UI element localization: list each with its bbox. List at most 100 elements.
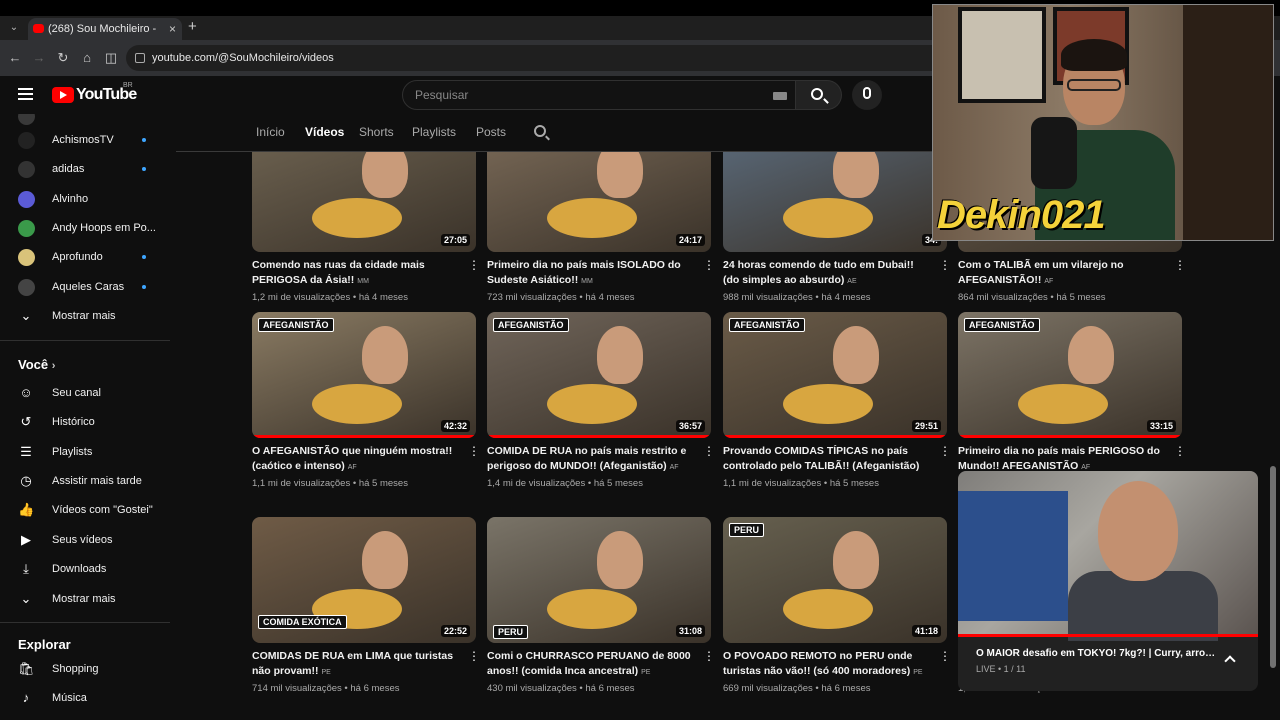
- video-title[interactable]: Comi o CHURRASCO PERUANO de 8000 anos!! …: [487, 649, 691, 678]
- reload-icon[interactable]: ↻: [54, 49, 72, 67]
- sidebar-subscription-item[interactable]: Andy Hoops em Po...: [0, 216, 170, 240]
- sidebar-subscription-item[interactable]: Aqueles Caras: [0, 275, 170, 299]
- video-title[interactable]: Primeiro dia no país mais ISOLADO do Sud…: [487, 258, 691, 287]
- sidebar-subscription-item[interactable]: Alvinho: [0, 187, 170, 211]
- video-thumbnail[interactable]: COMIDA EXÓTICA 22:52: [252, 517, 476, 643]
- video-title[interactable]: Provando COMIDAS TÍPICAS no país control…: [723, 444, 927, 473]
- market-stall: [958, 491, 1068, 621]
- search-input[interactable]: [415, 81, 755, 109]
- country-code-badge: MM: [581, 277, 593, 285]
- video-title[interactable]: COMIDAS DE RUA em LIMA que turistas não …: [252, 649, 456, 678]
- video-meta: 988 mil visualizações • há 4 meses: [723, 292, 871, 303]
- tab-vídeos[interactable]: Vídeos: [305, 125, 344, 139]
- tab-close-icon[interactable]: ×: [169, 18, 176, 40]
- mini-player-video[interactable]: [958, 471, 1258, 641]
- forward-icon[interactable]: →: [30, 49, 48, 67]
- split-view-icon[interactable]: ◫: [102, 49, 120, 67]
- more-actions-icon[interactable]: ⋮: [939, 258, 951, 272]
- tab-início[interactable]: Início: [256, 125, 285, 139]
- video-title[interactable]: O AFEGANISTÃO que ninguém mostra!! (caót…: [252, 444, 456, 473]
- video-thumbnail[interactable]: AFEGANISTÃO 29:51: [723, 312, 947, 438]
- video-meta: 1,2 mi de visualizações • há 4 meses: [252, 292, 408, 303]
- video-thumbnail[interactable]: AFEGANISTÃO 33:15: [958, 312, 1182, 438]
- sidebar-item[interactable]: ♪ Música: [0, 686, 170, 710]
- sidebar-item-partial[interactable]: [0, 114, 170, 128]
- tab-shorts[interactable]: Shorts: [359, 125, 394, 139]
- video-title[interactable]: COMIDA DE RUA no país mais restrito e pe…: [487, 444, 691, 473]
- video-thumbnail[interactable]: 27:05: [252, 152, 476, 252]
- show-more-you[interactable]: ⌄ Mostrar mais: [0, 587, 170, 611]
- video-thumbnail[interactable]: AFEGANISTÃO 36:57: [487, 312, 711, 438]
- more-actions-icon[interactable]: ⋮: [939, 444, 951, 458]
- you-section-heading[interactable]: Você ›: [18, 357, 55, 372]
- more-actions-icon[interactable]: ⋮: [939, 649, 951, 663]
- sidebar-subscription-item[interactable]: adidas: [0, 157, 170, 181]
- video-thumbnail[interactable]: 34:: [723, 152, 947, 252]
- sidebar-item[interactable]: ▶ Seus vídeos: [0, 528, 170, 552]
- expand-chevron-up-icon[interactable]: [1224, 655, 1236, 667]
- video-thumbnail[interactable]: AFEGANISTÃO 42:32: [252, 312, 476, 438]
- more-actions-icon[interactable]: ⋮: [703, 444, 715, 458]
- video-thumbnail[interactable]: PERU 31:08: [487, 517, 711, 643]
- more-actions-icon[interactable]: ⋮: [468, 444, 480, 458]
- channel-search-icon[interactable]: [534, 125, 546, 137]
- sidebar-item-label: Downloads: [52, 562, 107, 575]
- mini-player-progress[interactable]: [958, 634, 1258, 637]
- sidebar-item[interactable]: ◷ Assistir mais tarde: [0, 469, 170, 493]
- video-title[interactable]: O POVOADO REMOTO no PERU onde turistas n…: [723, 649, 927, 678]
- sidebar-subscription-item[interactable]: AchismosTV: [0, 128, 170, 152]
- wall-poster: [958, 7, 1046, 103]
- video-title[interactable]: 24 horas comendo de tudo em Dubai!! (do …: [723, 258, 927, 287]
- sidebar-item[interactable]: 🛍 Shopping: [0, 657, 170, 681]
- show-more-label: Mostrar mais: [52, 310, 116, 322]
- sidebar-item-label: Música: [52, 692, 87, 705]
- more-actions-icon[interactable]: ⋮: [1174, 444, 1186, 458]
- back-icon[interactable]: ←: [6, 49, 24, 67]
- show-more-subscriptions[interactable]: ⌄ Mostrar mais: [0, 304, 170, 328]
- url-field[interactable]: youtube.com/@SouMochileiro/videos: [126, 45, 946, 71]
- sidebar-item[interactable]: ↺ Histórico: [0, 410, 170, 434]
- more-actions-icon[interactable]: ⋮: [703, 258, 715, 272]
- video-thumbnail[interactable]: PERU 41:18: [723, 517, 947, 643]
- home-icon[interactable]: ⌂: [78, 49, 96, 67]
- duration-badge: 33:15: [1146, 420, 1176, 432]
- sidebar-subscription-item[interactable]: Aprofundo: [0, 245, 170, 269]
- more-actions-icon[interactable]: ⋮: [703, 649, 715, 663]
- video-title-text: Comi o CHURRASCO PERUANO de 8000 anos!! …: [487, 650, 691, 677]
- video-meta: 430 mil visualizações • há 6 meses: [487, 683, 635, 694]
- new-tab-icon[interactable]: +: [188, 18, 197, 35]
- country-code-badge: AF: [347, 463, 357, 471]
- browser-tab-active[interactable]: (268) Sou Mochileiro - YouTube ×: [28, 18, 182, 57]
- thumbnail-tag: AFEGANISTÃO: [729, 318, 805, 332]
- new-content-dot: [142, 138, 146, 142]
- channel-avatar: [18, 249, 35, 267]
- mini-player-title[interactable]: O MAIOR desafio em TOKYO! 7kg?! | Curry,…: [976, 648, 1216, 659]
- upload-age: há 5 meses: [829, 478, 879, 489]
- tab-posts[interactable]: Posts: [476, 125, 506, 139]
- sidebar-item[interactable]: ☺ Seu canal: [0, 381, 170, 405]
- bag-icon: 🛍: [18, 661, 35, 676]
- voice-search-button[interactable]: [852, 80, 882, 110]
- keyboard-icon[interactable]: [773, 92, 787, 100]
- more-actions-icon[interactable]: ⋮: [468, 649, 480, 663]
- music-icon: ♪: [22, 690, 30, 706]
- meta-separator: •: [350, 292, 359, 303]
- video-title[interactable]: Comendo nas ruas da cidade mais PERIGOSA…: [252, 258, 456, 287]
- video-thumbnail[interactable]: 24:17: [487, 152, 711, 252]
- menu-icon[interactable]: [18, 88, 33, 100]
- more-actions-icon[interactable]: ⋮: [468, 258, 480, 272]
- tab-playlists[interactable]: Playlists: [412, 125, 456, 139]
- sidebar-item[interactable]: ☰ Playlists: [0, 440, 170, 464]
- video-title[interactable]: Com o TALIBÃ em um vilarejo no AFEGANIST…: [958, 258, 1162, 287]
- sidebar-item[interactable]: ⤓ Downloads: [0, 557, 170, 581]
- video-title-text: Primeiro dia no país mais PERIGOSO do Mu…: [958, 445, 1160, 472]
- video-title[interactable]: Primeiro dia no país mais PERIGOSO do Mu…: [958, 444, 1162, 473]
- page-scrollbar[interactable]: [1270, 466, 1276, 668]
- search-button[interactable]: [796, 80, 842, 110]
- mini-player[interactable]: O MAIOR desafio em TOKYO! 7kg?! | Curry,…: [958, 471, 1258, 691]
- sidebar-item[interactable]: 👍 Vídeos com "Gostei": [0, 498, 170, 522]
- site-info-icon[interactable]: [135, 53, 145, 63]
- tab-search-chevron-icon[interactable]: ⌄: [6, 20, 22, 36]
- upload-age: há 5 meses: [593, 478, 643, 489]
- more-actions-icon[interactable]: ⋮: [1174, 258, 1186, 272]
